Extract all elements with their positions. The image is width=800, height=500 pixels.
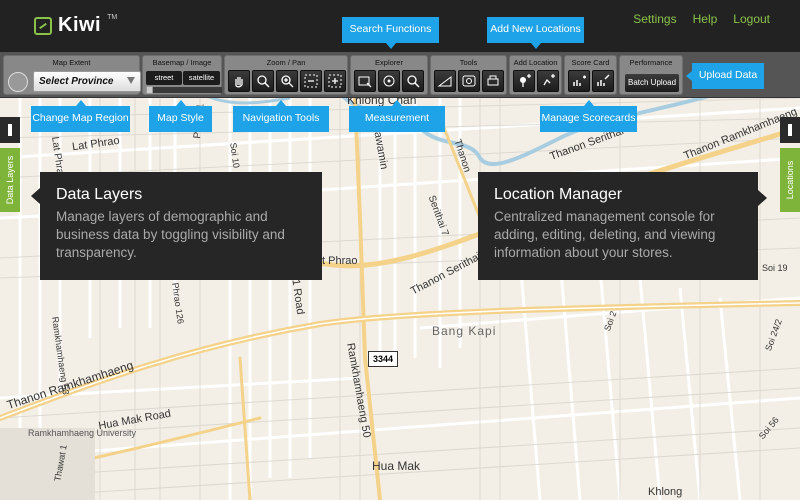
logout-link[interactable]: Logout (733, 12, 770, 26)
search-icon[interactable] (402, 70, 424, 92)
kiwi-logo-icon (34, 16, 52, 35)
grip-icon (788, 124, 792, 136)
street-map (0, 98, 800, 500)
tools-group: Tools (430, 55, 507, 95)
opacity-slider[interactable] (146, 86, 222, 94)
satellite-button[interactable]: satellite (183, 71, 220, 85)
grip-icon (8, 124, 12, 136)
data-layers-tab-label: Data Layers (5, 155, 15, 205)
data-layers-panel: Data Layers Manage layers of demographic… (31, 172, 322, 280)
data-layers-toggle-handle[interactable] (0, 117, 20, 143)
street-button[interactable]: street (146, 71, 182, 85)
batch-upload-button[interactable]: Batch Upload (625, 74, 679, 92)
data-layers-tab[interactable]: Data Layers (0, 148, 20, 212)
map-style-callout: Map Style (149, 100, 212, 132)
zoom-out-box-icon[interactable] (300, 70, 322, 92)
identify-icon[interactable] (458, 70, 480, 92)
province-select[interactable]: Select Province (33, 71, 141, 92)
toolbar: Map Extent Select Province Basemap / Ima… (0, 52, 800, 98)
measure-icon[interactable] (434, 70, 456, 92)
map-extent-title: Map Extent (52, 58, 91, 67)
scorecard-add-icon[interactable] (568, 70, 590, 92)
map-label: t Phrao (322, 255, 358, 267)
locations-tab[interactable]: Locations (780, 148, 800, 212)
globe-icon[interactable] (8, 72, 28, 92)
search-radius-icon[interactable] (378, 70, 400, 92)
score-card-group: Score Card (564, 55, 617, 95)
performance-title: Performance (629, 58, 673, 67)
add-location-group: Add Location (509, 55, 562, 95)
data-layers-panel-text: Manage layers of demographic and busines… (56, 209, 285, 260)
map-extent-group: Map Extent Select Province (3, 55, 141, 95)
pan-hand-icon[interactable] (228, 70, 250, 92)
basemap-title: Basemap / Image (152, 58, 212, 67)
add-location-icon[interactable] (513, 70, 535, 92)
location-manager-panel: Location Manager Centralized management … (478, 172, 767, 280)
search-area-icon[interactable] (354, 70, 376, 92)
settings-link[interactable]: Settings (633, 12, 676, 26)
basemap-group: Basemap / Image street satellite (142, 55, 222, 95)
trademark: TM (107, 14, 118, 21)
help-link[interactable]: Help (693, 12, 718, 26)
upload-data-callout: Upload Data (686, 63, 764, 89)
add-location-title: Add Location (513, 58, 558, 67)
scorecard-edit-icon[interactable] (592, 70, 614, 92)
map-label: Soi 19 (762, 263, 788, 273)
location-manager-panel-text: Centralized management console for addin… (494, 209, 716, 260)
route-shield: 3344 (368, 351, 398, 367)
navigation-tools-callout: Navigation Tools (233, 100, 329, 132)
locations-toggle-handle[interactable] (780, 117, 800, 143)
explorer-title: Explorer (375, 58, 403, 67)
map-label: Bang Kapi (432, 324, 497, 338)
province-select-value: Select Province (39, 76, 114, 87)
add-new-locations-callout: Add New Locations (487, 17, 584, 49)
location-manager-panel-title: Location Manager (494, 186, 623, 203)
top-nav: Settings Help Logout (633, 12, 770, 26)
explorer-group: Explorer (350, 55, 428, 95)
manage-scorecards-callout: Manage Scorecards (540, 100, 637, 132)
change-map-region-callout: Change Map Region (31, 100, 130, 132)
add-competitor-icon[interactable] (537, 70, 559, 92)
data-layers-panel-title: Data Layers (56, 186, 143, 203)
chevron-down-icon (127, 77, 135, 84)
kiwi-logo[interactable]: Kiwi TM (34, 14, 117, 37)
performance-group: Performance Batch Upload (619, 55, 683, 95)
zoom-in-box-icon[interactable] (324, 70, 346, 92)
score-card-title: Score Card (571, 58, 610, 67)
map-label: Khlong (648, 486, 683, 498)
opacity-slider-knob[interactable] (146, 86, 153, 94)
zoom-pan-title: Zoom / Pan (266, 58, 306, 67)
zoom-pan-group: Zoom / Pan (224, 55, 348, 95)
tools-title: Tools (459, 58, 478, 67)
zoom-full-extent-icon[interactable] (252, 70, 274, 92)
search-functions-callout: Search Functions (342, 17, 439, 49)
app-name: Kiwi (58, 14, 102, 36)
print-icon[interactable] (482, 70, 504, 92)
zoom-in-icon[interactable] (276, 70, 298, 92)
locations-tab-label: Locations (785, 160, 795, 200)
map-view[interactable]: Khlong Chan Lat Phrao Thanon Serithai Th… (0, 98, 800, 500)
map-label: Hua Mak (372, 459, 421, 473)
measurement-callout: Measurement (349, 100, 445, 132)
map-label: Ramkhamhaeng University (28, 428, 137, 438)
